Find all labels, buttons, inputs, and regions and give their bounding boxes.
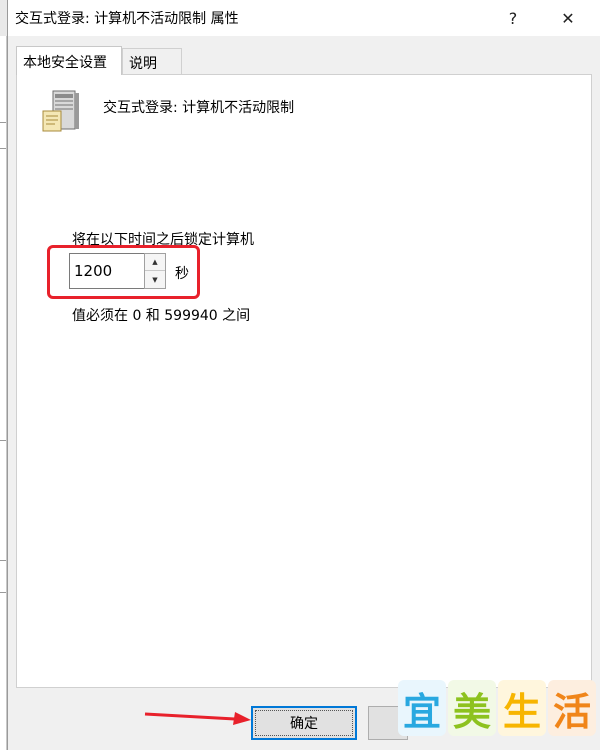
server-policy-icon	[42, 90, 79, 132]
red-arrow-annotation	[144, 712, 251, 725]
title-bar: 交互式登录: 计算机不活动限制 属性 ? ✕	[8, 0, 600, 36]
watermark-char: 活	[548, 680, 596, 736]
spinner-up-button[interactable]: ▲	[145, 254, 165, 271]
ok-button[interactable]: 确定	[251, 706, 357, 740]
watermark-char: 生	[498, 680, 546, 736]
background-divider	[0, 560, 6, 561]
close-button[interactable]: ✕	[545, 0, 591, 36]
background-divider	[0, 148, 6, 149]
watermark-char: 美	[448, 680, 496, 736]
watermark-logo: 宜 美 生 活	[398, 680, 598, 742]
background-divider	[0, 122, 6, 123]
timeout-spinner: ▲ ▼	[144, 253, 166, 289]
tab-explain[interactable]: 说明	[122, 48, 182, 74]
background-window-edge	[0, 36, 7, 750]
timeout-seconds-input[interactable]	[69, 253, 145, 289]
tab-panel: 交互式登录: 计算机不活动限制 将在以下时间之后锁定计算机 ▲ ▼ 秒 值必须在…	[16, 74, 592, 688]
value-range-note: 值必须在 0 和 599940 之间	[72, 308, 251, 324]
help-button[interactable]: ?	[490, 0, 536, 36]
spinner-down-button[interactable]: ▼	[145, 271, 165, 288]
window-title: 交互式登录: 计算机不活动限制 属性	[15, 11, 239, 27]
focus-ring	[255, 710, 353, 736]
seconds-unit-label: 秒	[175, 266, 189, 282]
watermark-char: 宜	[398, 680, 446, 736]
background-divider	[0, 440, 6, 441]
tab-local-security-setting[interactable]: 本地安全设置	[16, 46, 122, 75]
background-divider	[0, 592, 6, 593]
properties-dialog: 交互式登录: 计算机不活动限制 属性 ? ✕ 本地安全设置 说明 交互式登录: …	[7, 0, 600, 750]
policy-name: 交互式登录: 计算机不活动限制	[103, 100, 295, 116]
